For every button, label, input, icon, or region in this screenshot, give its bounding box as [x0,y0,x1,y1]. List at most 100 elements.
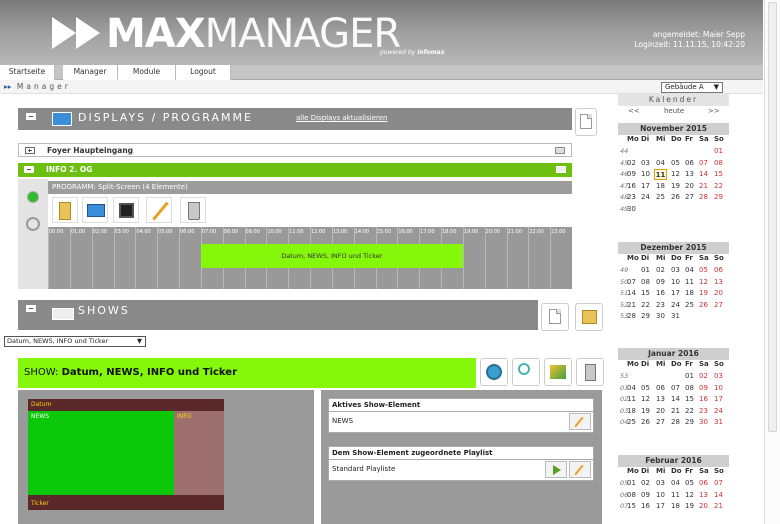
delete-tool[interactable] [180,197,206,223]
collapse-icon[interactable] [24,166,34,173]
calendar-day[interactable]: 16 [625,181,638,192]
calendar-day[interactable]: 20 [683,181,696,192]
calendar-day[interactable]: 10 [669,277,682,288]
calendar-day[interactable]: 18 [683,288,696,299]
show-search-button[interactable] [512,358,540,386]
calendar-day[interactable]: 11 [625,394,638,405]
calendar-day[interactable]: 01 [712,146,725,157]
calendar-day[interactable]: 24 [669,300,682,311]
calendar-day[interactable]: 03 [669,265,682,276]
calendar-day[interactable]: 11 [654,169,667,180]
calendar-day[interactable]: 15 [683,394,696,405]
calendar-day[interactable]: 08 [625,490,638,501]
calendar-day[interactable]: 02 [697,371,710,382]
show-folder-button[interactable] [575,303,603,331]
new-show-button[interactable] [541,303,569,331]
vertical-scrollbar[interactable] [764,0,780,524]
calendar-day[interactable]: 29 [683,417,696,428]
calendar-day[interactable]: 17 [639,181,652,192]
calendar-day[interactable]: 05 [697,265,710,276]
calendar-day[interactable]: 13 [697,490,710,501]
calendar-day[interactable]: 06 [654,383,667,394]
calendar-day[interactable]: 18 [625,406,638,417]
calendar-day[interactable]: 23 [697,406,710,417]
calendar-day[interactable]: 21 [697,181,710,192]
calendar-day[interactable]: 11 [669,490,682,501]
calendar-day[interactable]: 28 [697,192,710,203]
nav-manager[interactable]: Manager [63,65,118,80]
calendar-day[interactable]: 24 [712,406,725,417]
refresh-icon[interactable] [26,217,40,231]
calendar-day[interactable]: 09 [654,277,667,288]
calendar-day[interactable]: 13 [683,169,696,180]
timeline-show-bar[interactable]: Datum, NEWS, INFO und Ticker [200,244,463,268]
calendar-day[interactable]: 21 [669,406,682,417]
calendar-day[interactable]: 23 [654,300,667,311]
program-timeline[interactable]: 00:00 01:00 02:00 03:00 04:00 05:00 06:00 07:00… [48,227,572,289]
show-select[interactable]: Datum, NEWS, INFO und Ticker ▼ [4,336,146,347]
calendar-day[interactable]: 04 [625,383,638,394]
layout-datum[interactable]: Datum [28,399,224,411]
calendar-day[interactable]: 15 [639,288,652,299]
calendar-day[interactable]: 03 [712,371,725,382]
calendar-day[interactable]: 13 [654,394,667,405]
layout-news[interactable]: NEWS [28,411,174,495]
calendar-day[interactable]: 06 [712,265,725,276]
calendar-day[interactable]: 30 [697,417,710,428]
calendar-day[interactable]: 17 [654,501,667,512]
scrollbar-thumb[interactable] [768,2,777,432]
edit-tool[interactable] [146,197,172,223]
calendar-day[interactable]: 10 [654,490,667,501]
calendar-day[interactable]: 08 [683,383,696,394]
calendar-day[interactable]: 17 [712,394,725,405]
nav-module[interactable]: Module [118,65,176,80]
calendar-day[interactable]: 09 [625,169,638,180]
calendar-day[interactable]: 12 [683,490,696,501]
calendar-day[interactable]: 29 [639,311,652,322]
calendar-day[interactable]: 20 [697,501,710,512]
calendar-day[interactable]: 22 [639,300,652,311]
calendar-day[interactable]: 31 [712,417,725,428]
calendar-day[interactable]: 12 [697,277,710,288]
calendar-day[interactable]: 04 [683,265,696,276]
calendar-day[interactable]: 30 [625,204,638,215]
calendar-day[interactable]: 25 [625,417,638,428]
calendar-day[interactable]: 14 [625,288,638,299]
calendar-day[interactable]: 19 [683,501,696,512]
calendar-day[interactable]: 21 [625,300,638,311]
show-preview-button[interactable] [480,358,508,386]
calendar-day[interactable]: 14 [697,169,710,180]
calendar-day[interactable]: 09 [639,490,652,501]
calendar-day[interactable]: 24 [639,192,652,203]
calendar-day[interactable]: 31 [669,311,682,322]
calendar-day[interactable]: 15 [625,501,638,512]
calendar-day[interactable]: 28 [625,311,638,322]
calendar-today[interactable]: heute [664,107,684,115]
edit-element-button[interactable] [569,413,591,430]
new-display-button[interactable] [575,108,597,136]
calendar-day[interactable]: 27 [683,192,696,203]
display-tool[interactable] [82,197,108,223]
calendar-day[interactable]: 22 [683,406,696,417]
calendar-day[interactable]: 15 [712,169,725,180]
calendar-day[interactable]: 06 [683,158,696,169]
calendar-day[interactable]: 08 [712,158,725,169]
building-select[interactable]: Gebäude A ▼ [661,82,723,93]
calendar-day[interactable]: 10 [639,169,652,180]
calendar-day[interactable]: 20 [654,406,667,417]
folder-tool[interactable] [52,197,78,223]
calendar-day[interactable]: 26 [669,192,682,203]
calendar-day[interactable]: 02 [654,265,667,276]
calendar-day[interactable]: 12 [669,169,682,180]
save-tool[interactable] [113,197,139,223]
calendar-day[interactable]: 14 [669,394,682,405]
calendar-day[interactable]: 06 [697,478,710,489]
calendar-day[interactable]: 27 [654,417,667,428]
layout-ticker[interactable]: Ticker [28,495,224,510]
calendar-day[interactable]: 03 [654,478,667,489]
calendar-day[interactable]: 22 [712,181,725,192]
collapse-icon[interactable] [26,305,36,312]
refresh-displays-link[interactable]: alle Displays aktualisieren [296,114,387,122]
calendar-day[interactable]: 01 [625,478,638,489]
calendar-day[interactable]: 05 [639,383,652,394]
